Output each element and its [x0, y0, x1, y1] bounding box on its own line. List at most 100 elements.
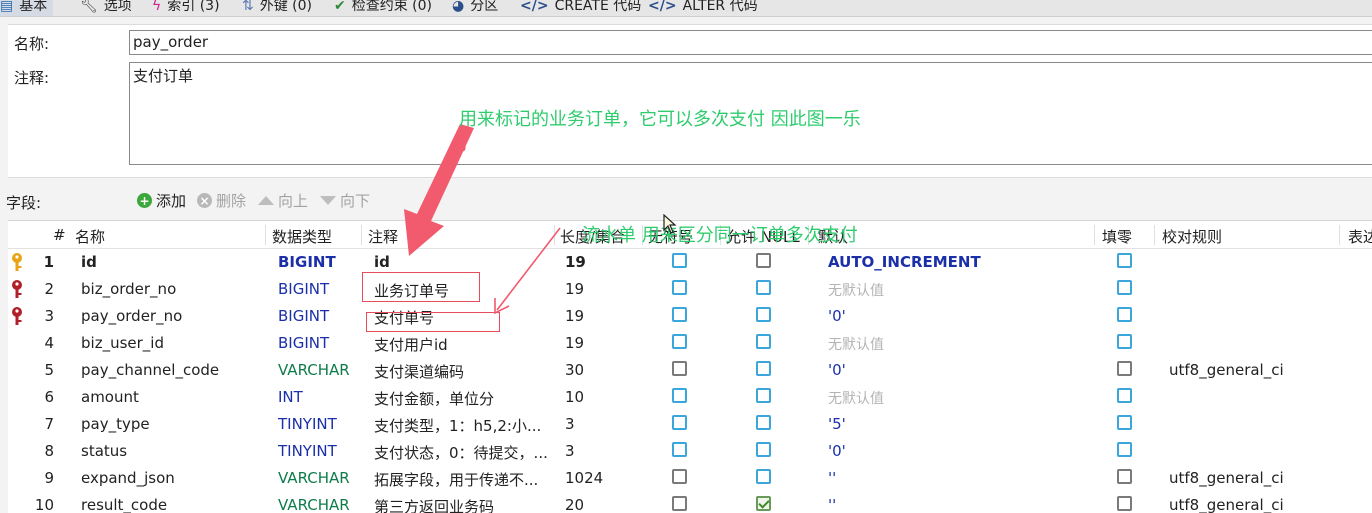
field-length-cell[interactable]: 19	[565, 334, 584, 352]
field-collation-cell[interactable]: utf8_general_ci	[1169, 469, 1284, 487]
tab-check-constraints[interactable]: ✔ 检查约束 (0)	[334, 0, 432, 16]
unsigned-checkbox[interactable]	[672, 469, 687, 484]
field-type-cell[interactable]: BIGINT	[278, 280, 329, 298]
unsigned-checkbox[interactable]	[672, 442, 687, 457]
zerofill-checkbox[interactable]	[1117, 253, 1132, 268]
nullable-checkbox[interactable]	[756, 415, 771, 430]
header-zerofill[interactable]: 填零	[1102, 226, 1132, 247]
nullable-checkbox[interactable]	[756, 496, 771, 511]
unsigned-checkbox[interactable]	[672, 361, 687, 376]
nullable-checkbox[interactable]	[756, 442, 771, 457]
field-length-cell[interactable]: 19	[565, 307, 584, 325]
table-row[interactable]: 7 pay_type TINYINT 支付类型，1：h5,2:小... 3 '5'	[8, 411, 1372, 438]
field-default-cell[interactable]: ''	[828, 469, 836, 487]
field-length-cell[interactable]: 19	[565, 280, 584, 298]
field-type-cell[interactable]: BIGINT	[278, 307, 329, 325]
zerofill-checkbox[interactable]	[1117, 442, 1132, 457]
unsigned-checkbox[interactable]	[672, 334, 687, 349]
tab-basic[interactable]: ▤ 基本	[0, 0, 54, 16]
zerofill-checkbox[interactable]	[1117, 307, 1132, 322]
field-type-cell[interactable]: TINYINT	[278, 415, 337, 433]
field-collation-cell[interactable]: utf8_general_ci	[1169, 361, 1284, 379]
unsigned-checkbox[interactable]	[672, 415, 687, 430]
field-name-cell[interactable]: pay_channel_code	[81, 361, 219, 379]
zerofill-checkbox[interactable]	[1117, 361, 1132, 376]
field-name-cell[interactable]: result_code	[81, 496, 167, 513]
field-type-cell[interactable]: BIGINT	[278, 334, 329, 352]
field-length-cell[interactable]: 3	[565, 415, 575, 433]
zerofill-checkbox[interactable]	[1117, 469, 1132, 484]
zerofill-checkbox[interactable]	[1117, 334, 1132, 349]
field-length-cell[interactable]: 19	[565, 253, 586, 271]
add-field-button[interactable]: + 添加	[137, 190, 186, 211]
tab-partitions[interactable]: ◕ 分区	[452, 0, 498, 16]
zerofill-checkbox[interactable]	[1117, 280, 1132, 295]
unsigned-checkbox[interactable]	[672, 496, 687, 511]
field-name-cell[interactable]: amount	[81, 388, 139, 406]
field-comment-cell[interactable]: 第三方返回业务码	[374, 496, 494, 513]
header-name[interactable]: 名称	[75, 226, 105, 247]
header-collation[interactable]: 校对规则	[1162, 226, 1222, 247]
nullable-checkbox[interactable]	[756, 361, 771, 376]
table-row[interactable]: 3 pay_order_no BIGINT 支付单号 19'0'	[8, 303, 1372, 330]
header-expression[interactable]: 表达	[1348, 226, 1372, 247]
zerofill-checkbox[interactable]	[1117, 415, 1132, 430]
move-up-button[interactable]: 向上	[258, 190, 308, 211]
field-default-cell[interactable]: ''	[828, 496, 836, 513]
field-length-cell[interactable]: 3	[565, 442, 575, 460]
table-row[interactable]: 10 result_code VARCHAR 第三方返回业务码 20 '' utf8_gen…	[8, 492, 1372, 513]
field-type-cell[interactable]: VARCHAR	[278, 496, 350, 513]
field-comment-cell[interactable]: 拓展字段，用于传递不...	[374, 469, 538, 490]
field-type-cell[interactable]: VARCHAR	[278, 361, 350, 379]
tab-create-code[interactable]: </> CREATE 代码	[520, 0, 641, 16]
field-default-cell[interactable]: 无默认值	[828, 334, 884, 354]
field-length-cell[interactable]: 10	[565, 388, 584, 406]
nullable-checkbox[interactable]	[756, 253, 771, 268]
table-row[interactable]: 1 id BIGINT id 19 AUTO_INCREMENT	[8, 249, 1372, 276]
move-down-button[interactable]: 向下	[320, 190, 370, 211]
field-length-cell[interactable]: 20	[565, 496, 584, 513]
nullable-checkbox[interactable]	[756, 307, 771, 322]
field-name-cell[interactable]: pay_order_no	[81, 307, 182, 325]
zerofill-checkbox[interactable]	[1117, 496, 1132, 511]
field-default-cell[interactable]: '0'	[828, 361, 846, 379]
unsigned-checkbox[interactable]	[672, 280, 687, 295]
unsigned-checkbox[interactable]	[672, 388, 687, 403]
zerofill-checkbox[interactable]	[1117, 388, 1132, 403]
tab-alter-code[interactable]: </> ALTER 代码	[648, 0, 758, 16]
nullable-checkbox[interactable]	[756, 388, 771, 403]
field-default-cell[interactable]: 无默认值	[828, 280, 884, 300]
field-comment-cell[interactable]: 支付类型，1：h5,2:小...	[374, 415, 541, 436]
field-name-cell[interactable]: id	[81, 253, 97, 271]
field-comment-cell[interactable]: 支付金额，单位分	[374, 388, 494, 409]
field-comment-cell[interactable]: 支付状态，0：待提交，...	[374, 442, 548, 463]
unsigned-checkbox[interactable]	[672, 307, 687, 322]
field-comment-cell[interactable]: 支付用户id	[374, 334, 448, 355]
field-default-cell[interactable]: '5'	[828, 415, 846, 433]
field-name-cell[interactable]: status	[81, 442, 127, 460]
table-row[interactable]: 4 biz_user_id BIGINT 支付用户id 19 无默认值	[8, 330, 1372, 357]
field-comment-cell[interactable]: id	[374, 253, 390, 271]
table-row[interactable]: 6 amount INT 支付金额，单位分 10 无默认值	[8, 384, 1372, 411]
field-name-cell[interactable]: pay_type	[81, 415, 150, 433]
table-row[interactable]: 8 status TINYINT 支付状态，0：待提交，... 3 '0'	[8, 438, 1372, 465]
field-name-cell[interactable]: biz_order_no	[81, 280, 176, 298]
field-type-cell[interactable]: VARCHAR	[278, 469, 350, 487]
field-length-cell[interactable]: 1024	[565, 469, 603, 487]
table-row[interactable]: 9 expand_json VARCHAR 拓展字段，用于传递不... 1024 '' ut…	[8, 465, 1372, 492]
field-default-cell[interactable]: '0'	[828, 307, 846, 325]
field-comment-cell[interactable]: 支付渠道编码	[374, 361, 464, 382]
nullable-checkbox[interactable]	[756, 280, 771, 295]
header-num[interactable]: #	[53, 226, 66, 244]
field-name-cell[interactable]: expand_json	[81, 469, 175, 487]
table-row[interactable]: 2 biz_order_no BIGINT 业务订单号 19 无默认值	[8, 276, 1372, 303]
field-collation-cell[interactable]: utf8_general_ci	[1169, 496, 1284, 513]
field-default-cell[interactable]: '0'	[828, 442, 846, 460]
tab-options[interactable]: 🔧︎ 选项	[80, 0, 132, 16]
field-default-cell[interactable]: AUTO_INCREMENT	[828, 253, 981, 271]
header-comment[interactable]: 注释	[368, 226, 398, 247]
tab-indexes[interactable]: ϟ 索引 (3)	[152, 0, 220, 16]
field-name-cell[interactable]: biz_user_id	[81, 334, 164, 352]
delete-field-button[interactable]: × 删除	[197, 190, 246, 211]
table-row[interactable]: 5 pay_channel_code VARCHAR 支付渠道编码 30 '0' utf8_…	[8, 357, 1372, 384]
